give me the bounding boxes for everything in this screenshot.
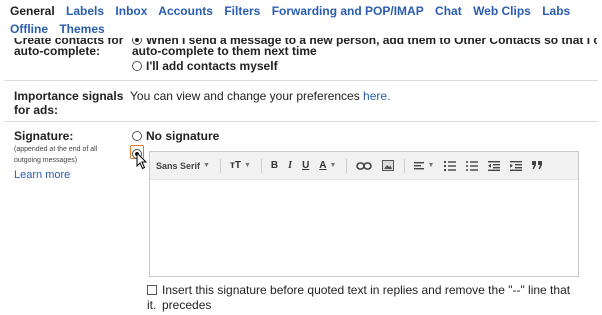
insert-signature-checkbox[interactable] bbox=[147, 285, 157, 295]
toolbar-separator bbox=[219, 158, 221, 173]
autocomplete-label: auto-complete: bbox=[14, 44, 101, 58]
tab-chat[interactable]: Chat bbox=[435, 4, 462, 18]
numbered-list-button[interactable] bbox=[444, 158, 457, 174]
tab-forwarding[interactable]: Forwarding and POP/IMAP bbox=[272, 4, 424, 18]
font-size-select[interactable]: тT ▼ bbox=[230, 158, 251, 174]
tab-web-clips[interactable]: Web Clips bbox=[473, 4, 531, 18]
autocomplete-manual-radio[interactable] bbox=[132, 61, 142, 71]
italic-button[interactable]: I bbox=[288, 158, 292, 174]
signature-editor: Sans Serif ▼ тT ▼ B I U A ▼ ▼ bbox=[149, 151, 579, 277]
font-family-select[interactable]: Sans Serif ▼ bbox=[156, 158, 210, 174]
text-color-button[interactable]: A ▼ bbox=[319, 158, 336, 174]
autocomplete-option2[interactable]: I'll add contacts myself bbox=[132, 59, 278, 74]
toolbar-separator bbox=[346, 158, 348, 173]
settings-tabs: General Labels Inbox Accounts Filters Fo… bbox=[10, 2, 598, 38]
divider bbox=[4, 80, 598, 81]
bulleted-list-icon bbox=[466, 161, 479, 171]
insert-signature-label: Insert this signature before quoted text… bbox=[162, 283, 571, 312]
chevron-down-icon: ▼ bbox=[427, 162, 435, 169]
tab-labs[interactable]: Labs bbox=[542, 4, 570, 18]
signature-label: Signature: bbox=[14, 129, 74, 143]
mouse-cursor-icon bbox=[136, 152, 148, 170]
importance-label-line2: for ads: bbox=[14, 103, 59, 117]
no-signature-option[interactable]: No signature bbox=[132, 129, 219, 144]
signature-note-line2: outgoing messages) bbox=[14, 157, 78, 164]
importance-label-line1: Importance signals bbox=[14, 89, 124, 103]
importance-text: You can view and change your preferences… bbox=[130, 89, 391, 103]
toolbar-separator bbox=[404, 158, 406, 173]
indent-more-button[interactable] bbox=[510, 158, 523, 174]
tab-inbox[interactable]: Inbox bbox=[115, 4, 147, 18]
tab-labels[interactable]: Labels bbox=[66, 4, 104, 18]
tab-offline[interactable]: Offline bbox=[10, 22, 48, 36]
signature-toolbar: Sans Serif ▼ тT ▼ B I U A ▼ ▼ bbox=[150, 152, 578, 180]
quote-button[interactable] bbox=[532, 158, 543, 174]
learn-more-link[interactable]: Learn more bbox=[14, 169, 70, 181]
tab-themes[interactable]: Themes bbox=[59, 22, 104, 36]
bulleted-list-button[interactable] bbox=[466, 158, 479, 174]
no-signature-radio[interactable] bbox=[132, 131, 142, 141]
align-left-icon bbox=[414, 161, 425, 169]
indent-more-icon bbox=[510, 160, 523, 171]
underline-button[interactable]: U bbox=[302, 158, 309, 174]
chevron-down-icon: ▼ bbox=[243, 162, 251, 169]
numbered-list-icon bbox=[444, 161, 457, 171]
quote-icon bbox=[532, 161, 543, 169]
tab-general[interactable]: General bbox=[10, 4, 55, 18]
autocomplete-option1-line2: auto-complete to them next time bbox=[132, 44, 317, 58]
importance-preferences-link[interactable]: here. bbox=[363, 89, 390, 103]
insert-signature-label-cont: it. bbox=[147, 298, 157, 312]
gmail-settings-page: General Labels Inbox Accounts Filters Fo… bbox=[0, 0, 602, 315]
tab-filters[interactable]: Filters bbox=[224, 4, 260, 18]
chevron-down-icon: ▼ bbox=[203, 162, 210, 169]
image-icon bbox=[382, 160, 395, 171]
align-button[interactable]: ▼ bbox=[414, 158, 434, 174]
bold-button[interactable]: B bbox=[271, 158, 278, 174]
indent-less-button[interactable] bbox=[488, 158, 501, 174]
signature-note-line1: (appended at the end of all bbox=[14, 146, 98, 153]
link-button[interactable] bbox=[356, 158, 373, 174]
signature-text-area[interactable] bbox=[150, 180, 578, 276]
tab-accounts[interactable]: Accounts bbox=[158, 4, 213, 18]
chevron-down-icon: ▼ bbox=[329, 162, 337, 169]
toolbar-separator bbox=[260, 158, 262, 173]
insert-image-button[interactable] bbox=[382, 158, 395, 174]
indent-less-icon bbox=[488, 160, 501, 171]
link-icon bbox=[356, 161, 373, 170]
divider bbox=[4, 121, 598, 122]
